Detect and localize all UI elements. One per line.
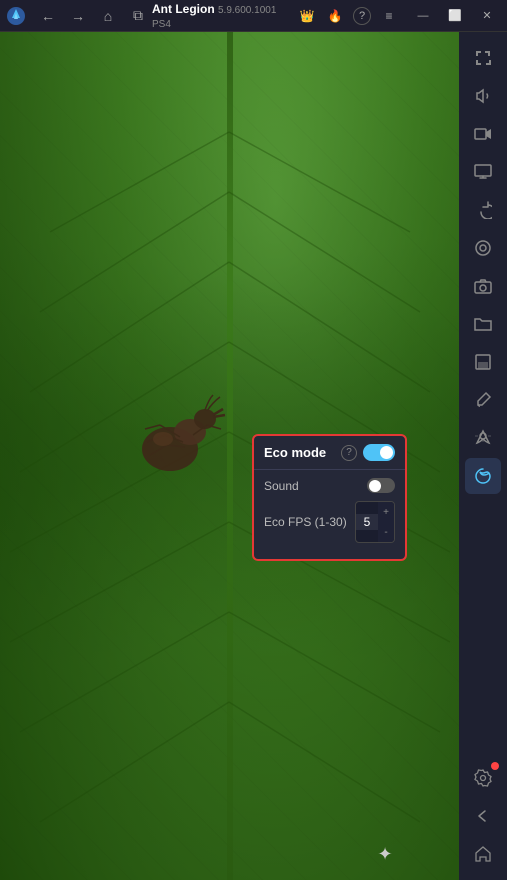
app-logo: [4, 4, 28, 28]
sound-label: Sound: [264, 479, 299, 493]
nav-multi-btn[interactable]: ⧉: [124, 2, 152, 30]
sidebar-gear-btn[interactable]: [465, 760, 501, 796]
sidebar-brush-btn[interactable]: [465, 382, 501, 418]
sound-toggle-knob: [369, 480, 381, 492]
eco-divider: [254, 469, 405, 470]
fire-icon[interactable]: 🔥: [325, 6, 345, 26]
sound-toggle[interactable]: [367, 478, 395, 493]
sidebar-location-btn[interactable]: [465, 420, 501, 456]
sidebar-fullscreen-btn[interactable]: [465, 40, 501, 76]
eco-header: Eco mode ?: [264, 444, 395, 461]
crown-icon[interactable]: 👑: [297, 6, 317, 26]
nav-home-btn[interactable]: ⌂: [94, 2, 122, 30]
sidebar-back-btn[interactable]: [465, 798, 501, 834]
minimize-btn[interactable]: —: [407, 0, 439, 32]
titlebar: ← → ⌂ ⧉ Ant Legion 5.9.600.1001 PS4 👑 🔥 …: [0, 0, 507, 32]
bottom-icons: ✦: [12, 840, 399, 868]
eco-help-icon[interactable]: ?: [341, 445, 357, 461]
sidebar-display-btn[interactable]: [465, 154, 501, 190]
sidebar-video-btn[interactable]: [465, 116, 501, 152]
titlebar-icons: 👑 🔥 ? ≡: [297, 6, 399, 26]
sidebar-layers-btn[interactable]: [465, 344, 501, 380]
app-name-label: Ant Legion: [152, 2, 215, 16]
app-title-area: Ant Legion 5.9.600.1001 PS4: [152, 2, 297, 30]
close-btn[interactable]: ✕: [471, 0, 503, 32]
ant-figure: [120, 382, 240, 482]
loader-icon: ✦: [371, 840, 399, 868]
eco-title-label: Eco mode: [264, 445, 326, 460]
menu-icon[interactable]: ≡: [379, 6, 399, 26]
sidebar-eco-btn[interactable]: [465, 458, 501, 494]
sidebar-settings-btn[interactable]: [465, 230, 501, 266]
maximize-btn[interactable]: ⬜: [439, 0, 471, 32]
eco-main-toggle[interactable]: [363, 444, 395, 461]
window-controls: — ⬜ ✕: [407, 0, 503, 32]
eco-main-toggle-knob: [380, 446, 393, 459]
eco-sound-row: Sound: [264, 478, 395, 493]
fps-increment-btn[interactable]: +: [378, 502, 394, 522]
sidebar-sound-btn[interactable]: [465, 78, 501, 114]
fps-label: Eco FPS (1-30): [264, 515, 347, 529]
eco-header-controls: ?: [341, 444, 395, 461]
nav-back-btn[interactable]: ←: [34, 2, 62, 30]
fps-decrement-btn[interactable]: -: [378, 522, 394, 542]
sidebar-home-btn[interactable]: [465, 836, 501, 872]
eco-fps-row: Eco FPS (1-30) 5 + -: [264, 501, 395, 543]
sidebar-camera-btn[interactable]: [465, 268, 501, 304]
right-sidebar: [459, 32, 507, 880]
sidebar-rotate-btn[interactable]: [465, 192, 501, 228]
settings-badge: [491, 762, 499, 770]
help-icon[interactable]: ?: [353, 7, 371, 25]
sidebar-folder-btn[interactable]: [465, 306, 501, 342]
eco-mode-popup: Eco mode ? Sound Eco FPS (1-30) 5 +: [252, 434, 407, 561]
fps-input-wrap: 5 + -: [355, 501, 395, 543]
fps-value: 5: [356, 514, 378, 530]
titlebar-nav: ← → ⌂ ⧉: [34, 2, 152, 30]
main-content: ✦ Eco mode ? Sound Eco FPS (1-30) 5: [0, 32, 459, 880]
nav-forward-btn[interactable]: →: [64, 2, 92, 30]
